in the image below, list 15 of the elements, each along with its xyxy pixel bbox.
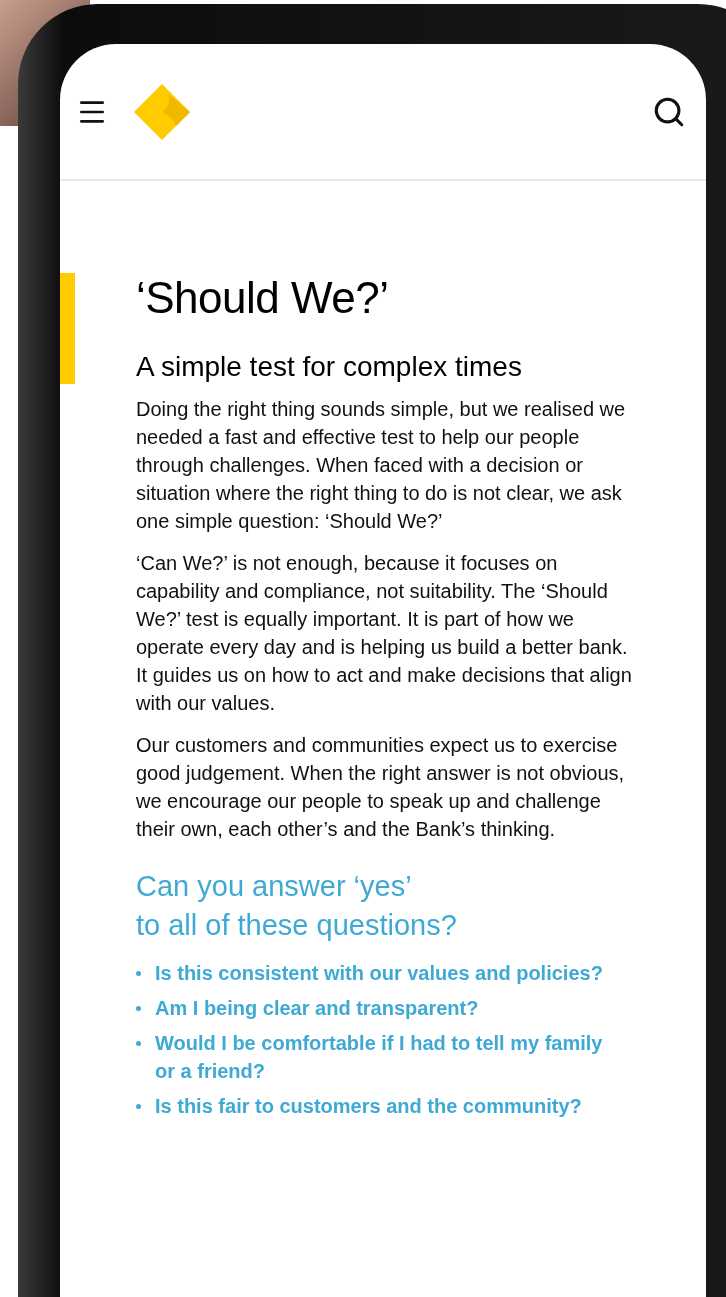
question-text: Am I being clear and transparent? [155,996,479,1021]
bullet-icon [136,1041,141,1046]
bullet-icon [136,1006,141,1011]
question-text: Is this fair to customers and the community? [155,1094,582,1119]
paragraph: Our customers and communities expect us to exercise good judgement. When the right answer is not obvious, we encourage our people to speak up and challenge their own, each other’s and the Bank’s thinking. [136,733,626,842]
bullet-icon [136,971,141,976]
paragraph: ‘Can We?’ is not enough, because it focuses on capability and compliance, not suitability. The ‘Should We?’ test is equally important. It is part of how we operate every day and is helping us build a better bank. It guides us on how to act and make decisions that align with our values. [136,551,633,716]
page-title: ‘Should We?’ [136,273,390,323]
subtitle: A simple test for complex times [136,351,523,383]
bullet-icon [136,1104,141,1109]
paragraph: Doing the right thing sounds simple, but we realised we needed a fast and effective test to help our people through challenges. When faced with a decision or situation where the right thing to do is not clear, we ask one simple question: ‘Should We?’ [136,397,627,534]
question-text: Would I be comfortable if I had to tell my family or a friend? [155,1031,604,1084]
question-text: Is this consistent with our values and policies? [155,961,603,986]
diamond-logo-icon [132,81,192,142]
question-heading: Can you answer ‘yes’ to all of these questions? [136,869,458,943]
